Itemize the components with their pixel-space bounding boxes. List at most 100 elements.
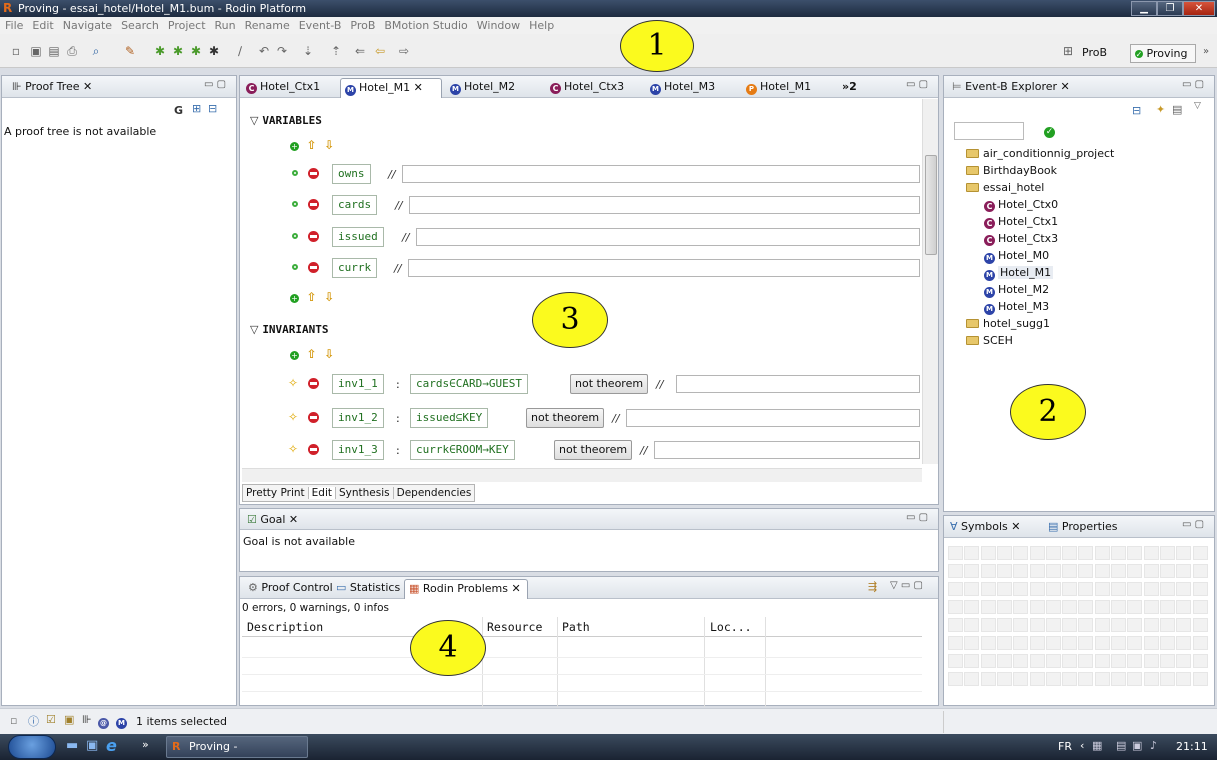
col-location[interactable]: Loc...: [710, 620, 752, 634]
explorer-filter-input[interactable]: [954, 122, 1024, 140]
symbol-cell[interactable]: [1176, 546, 1192, 560]
menu-event-b[interactable]: Event-B: [294, 17, 346, 32]
move-down-icon[interactable]: ⇩: [324, 290, 334, 304]
forward-icon[interactable]: ⇨: [396, 43, 412, 59]
comment-field[interactable]: [409, 196, 920, 214]
symbol-cell[interactable]: [1111, 582, 1126, 596]
symbol-cell[interactable]: [1045, 618, 1061, 632]
explorer-item[interactable]: C Hotel_Ctx0: [966, 196, 1206, 213]
invariant-predicate-field[interactable]: currk∈ROOM→KEY: [410, 440, 515, 460]
editor-minmax-icon[interactable]: ▭ ▢: [906, 79, 928, 90]
symbol-cell[interactable]: [1159, 582, 1175, 596]
tab-edit[interactable]: Edit: [308, 487, 336, 499]
symbol-cell[interactable]: [1159, 618, 1175, 632]
symbol-cell[interactable]: [1013, 618, 1029, 632]
tab-synthesis[interactable]: Synthesis: [335, 487, 394, 499]
symbol-cell[interactable]: [1045, 636, 1061, 650]
tab-proof-tree[interactable]: ⊪ Proof Tree ✕: [8, 78, 98, 98]
new-project-icon[interactable]: ✦: [1156, 103, 1165, 116]
move-up-icon[interactable]: ⇧: [307, 347, 317, 361]
remove-icon[interactable]: [308, 262, 319, 273]
invariant-predicate-field[interactable]: issued⊆KEY: [410, 408, 489, 428]
quick-launch-more-icon[interactable]: »: [142, 738, 149, 751]
problems-minmax-icon[interactable]: ▽ ▭ ▢: [890, 580, 923, 591]
symbol-cell[interactable]: [948, 636, 963, 650]
symbol-cell[interactable]: [1127, 672, 1143, 686]
symbol-cell[interactable]: [996, 672, 1012, 686]
remove-icon[interactable]: [308, 199, 319, 210]
symbol-cell[interactable]: [1159, 564, 1175, 578]
tab-hotel-m1[interactable]: M Hotel_M1 ✕: [340, 78, 442, 98]
invariant-label-field[interactable]: inv1_1: [332, 374, 384, 394]
info-icon[interactable]: ⓘ: [28, 713, 39, 729]
symbol-cell[interactable]: [1176, 636, 1192, 650]
symbol-cell[interactable]: [1111, 546, 1126, 560]
comment-field[interactable]: [626, 409, 920, 427]
symbol-cell[interactable]: [1143, 600, 1159, 614]
symbol-cell[interactable]: [1127, 618, 1143, 632]
clock[interactable]: 21:11: [1176, 740, 1208, 753]
symbol-cell[interactable]: [1143, 672, 1159, 686]
network-icon[interactable]: ▦: [1092, 739, 1102, 752]
last-edit-icon[interactable]: ⇐: [352, 43, 368, 59]
symbol-cell[interactable]: [1192, 582, 1208, 596]
explorer-view-icon[interactable]: ▣: [64, 713, 74, 726]
symbol-cell[interactable]: [1029, 654, 1045, 668]
filter-ok-icon[interactable]: ✓: [1044, 127, 1055, 138]
symbol-cell[interactable]: [1045, 654, 1061, 668]
print-icon[interactable]: ⎙: [64, 43, 80, 59]
symbol-cell[interactable]: [1029, 636, 1045, 650]
symbol-cell[interactable]: [1143, 564, 1159, 578]
invariant-label-field[interactable]: inv1_2: [332, 408, 384, 428]
symbol-cell[interactable]: [1078, 564, 1094, 578]
symbol-cell[interactable]: [1078, 636, 1094, 650]
add-variable-icon[interactable]: +: [290, 142, 299, 151]
symbol-cell[interactable]: [1013, 546, 1029, 560]
remove-icon[interactable]: [308, 378, 319, 389]
explorer-item[interactable]: SCEH: [966, 332, 1206, 349]
minimize-icon[interactable]: ▭ ▢: [204, 79, 226, 90]
symbol-cell[interactable]: [996, 636, 1012, 650]
symbol-cell[interactable]: [1159, 672, 1175, 686]
prev-annotation-icon[interactable]: ⇡: [328, 43, 344, 59]
symbol-cell[interactable]: [980, 618, 996, 632]
symbol-cell[interactable]: [1111, 564, 1126, 578]
symbol-cell[interactable]: [1078, 600, 1094, 614]
explorer-item[interactable]: BirthdayBook: [966, 162, 1206, 179]
not-theorem-button[interactable]: not theorem: [554, 440, 633, 460]
view-menu-icon[interactable]: ▽: [1194, 101, 1201, 111]
comment-field[interactable]: [408, 259, 920, 277]
proof-tree-view-icon[interactable]: ⊪: [82, 713, 92, 726]
open-perspective-icon[interactable]: ⊞: [1060, 43, 1076, 59]
new-component-icon[interactable]: ✱: [152, 43, 168, 59]
symbol-cell[interactable]: [996, 582, 1012, 596]
explorer-item[interactable]: M Hotel_M0: [966, 247, 1206, 264]
fast-view-icon[interactable]: ▫: [10, 714, 17, 727]
symbol-cell[interactable]: [1192, 600, 1208, 614]
symbol-cell[interactable]: [964, 582, 980, 596]
variable-field[interactable]: currk: [332, 258, 378, 278]
tray-app-icon[interactable]: ▤: [1116, 739, 1126, 752]
comment-field[interactable]: [416, 228, 920, 246]
symbol-cell[interactable]: [1111, 600, 1126, 614]
symbol-cell[interactable]: [1127, 636, 1143, 650]
symbol-cell[interactable]: [1127, 582, 1143, 596]
explorer-item[interactable]: M Hotel_M3: [966, 298, 1206, 315]
symbol-cell[interactable]: [1094, 636, 1110, 650]
col-path[interactable]: Path: [562, 620, 590, 634]
symbol-cell[interactable]: [964, 600, 980, 614]
symbol-cell[interactable]: [1176, 600, 1192, 614]
explorer-item[interactable]: air_conditionnig_project: [966, 145, 1206, 162]
symbol-cell[interactable]: [1159, 600, 1175, 614]
menu-project[interactable]: Project: [163, 17, 210, 32]
back-icon[interactable]: ⇦: [372, 43, 388, 59]
tab-hotel-m3[interactable]: M Hotel_M3: [646, 78, 721, 98]
perspective-proving[interactable]: ✓ Proving: [1130, 44, 1196, 63]
close-window-button[interactable]: ✕: [1183, 1, 1215, 16]
symbol-cell[interactable]: [1143, 618, 1159, 632]
symbol-cell[interactable]: [1094, 654, 1110, 668]
symbol-cell[interactable]: [1176, 672, 1192, 686]
vertical-scrollbar[interactable]: [922, 99, 938, 464]
symbol-cell[interactable]: [1062, 564, 1078, 578]
symbol-cell[interactable]: [1127, 564, 1143, 578]
